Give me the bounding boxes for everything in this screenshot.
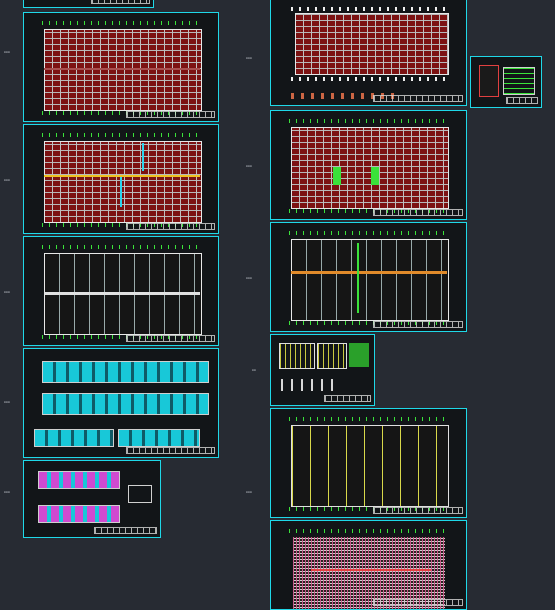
- drawing-sheet-plan-1[interactable]: [23, 12, 219, 122]
- drawing-sheet-top-stub[interactable]: [23, 0, 154, 8]
- sheet-caption: ▬▬▬: [4, 178, 11, 182]
- highlight-line: [120, 177, 122, 207]
- section-detail: [281, 379, 341, 391]
- section-detail: [317, 343, 347, 369]
- axis-ticks: [42, 223, 202, 227]
- axis-ticks: [289, 417, 449, 421]
- drawing-sheet-dense-plan[interactable]: [270, 520, 467, 610]
- sheet-caption: ▬▬: [252, 368, 257, 372]
- center-axis: [44, 68, 200, 70]
- highlight-line: [44, 175, 200, 177]
- drawing-sheet-roof-truss[interactable]: [270, 408, 467, 518]
- roof-truss-grid: [291, 425, 449, 507]
- elevation-view: [42, 361, 209, 383]
- beam-line: [291, 271, 447, 274]
- axis-ticks: [289, 529, 449, 533]
- axis-ticks: [289, 507, 449, 511]
- pile-markers: [291, 7, 451, 11]
- pile-markers: [291, 77, 451, 81]
- axis-ticks: [289, 119, 449, 123]
- elevation-view: [38, 471, 120, 489]
- sheet-caption: ▬▬▬: [4, 50, 11, 54]
- elevation-view: [118, 429, 200, 447]
- sheet-caption: ▬▬▬: [4, 490, 11, 494]
- elevation-view: [38, 505, 120, 523]
- axis-ticks: [42, 21, 202, 25]
- section-line: [311, 569, 431, 571]
- beam-grid: [291, 239, 449, 321]
- sheet-caption: ▬▬▬: [246, 276, 253, 280]
- detail-section: [503, 67, 535, 95]
- stair-marker: [333, 167, 341, 185]
- column-grid: [291, 127, 449, 209]
- drawing-sheet-elevations[interactable]: [23, 348, 219, 458]
- axis-ticks: [289, 209, 449, 213]
- axis-ticks: [42, 335, 202, 339]
- drawing-sheet-plan-2[interactable]: [23, 124, 219, 234]
- elevation-view: [34, 429, 114, 447]
- drawing-sheet-column-plan[interactable]: [270, 110, 467, 220]
- sheet-caption: ▬▬▬: [246, 56, 253, 60]
- sheet-caption: ▬▬▬: [246, 164, 253, 168]
- sheet-caption: ▬▬▬: [246, 490, 253, 494]
- detail-section: [479, 65, 499, 97]
- sheet-caption: ▬▬▬: [4, 290, 11, 294]
- foundation-grid: [295, 13, 449, 75]
- sheet-caption: ▬▬▬: [4, 400, 11, 404]
- floor-plan-grid: [44, 141, 202, 223]
- drawing-sheet-plan-3[interactable]: [23, 236, 219, 346]
- detail-sketch: [128, 485, 152, 503]
- axis-ticks: [289, 321, 449, 325]
- stair-marker: [371, 167, 379, 185]
- drawing-sheet-foundation-plan[interactable]: [270, 0, 467, 106]
- section-detail: [349, 343, 369, 367]
- highlight-line: [142, 143, 144, 171]
- section-detail: [279, 343, 315, 369]
- drawing-sheet-detail[interactable]: [470, 56, 542, 108]
- axis-ticks: [42, 245, 202, 249]
- section-callouts: [291, 93, 401, 99]
- beam-line: [357, 243, 359, 313]
- drawing-sheet-beam-plan[interactable]: [270, 222, 467, 332]
- ridge-line: [44, 292, 200, 295]
- floor-plan-grid: [44, 29, 202, 111]
- axis-ticks: [289, 231, 449, 235]
- dense-grid: [293, 537, 445, 609]
- axis-ticks: [42, 133, 202, 137]
- drawing-sheet-section-details[interactable]: [270, 334, 375, 406]
- elevation-view: [42, 393, 209, 415]
- axis-ticks: [42, 111, 202, 115]
- drawing-sheet-elevations-small[interactable]: [23, 460, 161, 538]
